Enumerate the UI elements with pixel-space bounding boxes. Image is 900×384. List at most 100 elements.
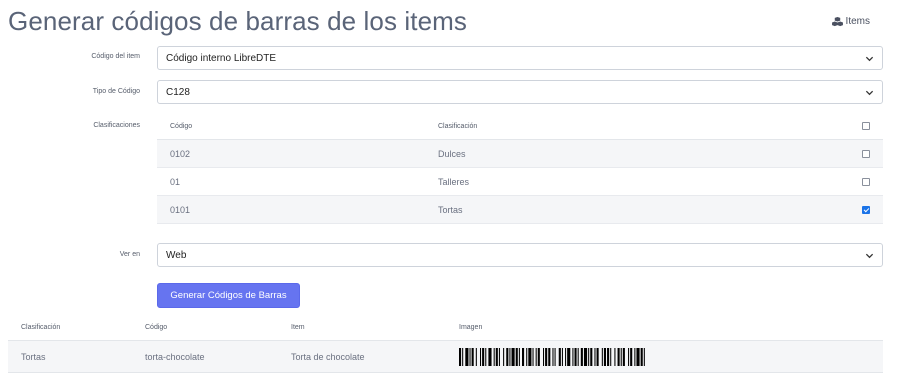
chevron-down-icon xyxy=(865,90,874,96)
barcode-bar xyxy=(610,347,612,366)
chevron-down-icon xyxy=(865,253,874,259)
barcode-bar xyxy=(567,347,571,366)
barcode-bar xyxy=(607,347,610,366)
header-codigo: Código xyxy=(170,122,193,130)
ver-en-label: Ver en xyxy=(119,251,140,258)
table-row: 01 Talleres xyxy=(157,168,883,196)
table-row: 0101 Tortas xyxy=(157,196,883,224)
barcode-bar xyxy=(545,347,548,366)
barcode-bar xyxy=(459,347,462,366)
barcode-image xyxy=(459,347,645,366)
clasificaciones-table: Código Clasificación 0102 Dulces 01 Tall… xyxy=(157,113,883,224)
row-checkbox[interactable] xyxy=(862,177,870,186)
barcode-bar xyxy=(485,347,487,366)
items-link-label: Items xyxy=(845,16,870,27)
barcode-bar xyxy=(580,347,583,366)
codigo-item-label: Código del item xyxy=(91,53,140,60)
header-clasificacion: Clasificación xyxy=(438,122,478,130)
barcode-bar xyxy=(535,347,537,366)
barcode-bar xyxy=(561,347,563,366)
barcode-bar xyxy=(630,347,633,366)
barcode-bar xyxy=(577,347,579,366)
row-codigo: 0102 xyxy=(170,148,191,159)
barcode-bar xyxy=(488,347,492,366)
header-item: Item xyxy=(291,324,305,331)
barcode-bar xyxy=(537,347,540,366)
barcode-bar xyxy=(503,347,505,366)
generar-codigos-button[interactable]: Generar Códigos de Barras xyxy=(157,283,300,308)
barcode-bar xyxy=(471,347,474,366)
codigo-item-select[interactable]: Código interno LibreDTE xyxy=(157,46,883,70)
barcode-bar xyxy=(594,347,596,366)
barcode-bar xyxy=(572,347,574,366)
barcode-bar xyxy=(493,347,495,366)
codigo-item-value: Código interno LibreDTE xyxy=(166,52,277,64)
barcode-bar xyxy=(558,347,561,366)
page-title: Generar códigos de barras de los items xyxy=(8,6,468,36)
barcode-bar xyxy=(614,347,616,366)
barcode-bar xyxy=(526,347,528,366)
barcode-bar xyxy=(643,347,645,366)
header-clasificacion: Clasificación xyxy=(21,324,61,331)
cubes-icon xyxy=(831,16,843,26)
tipo-codigo-value: C128 xyxy=(166,86,190,98)
ver-en-select[interactable]: Web xyxy=(157,243,883,267)
row-codigo: 0101 xyxy=(170,204,191,215)
barcode-bar xyxy=(552,347,554,366)
barcode-bar xyxy=(532,347,534,366)
clasificaciones-table-header: Código Clasificación xyxy=(157,113,883,140)
result-codigo: torta-chocolate xyxy=(145,351,205,362)
barcode-bar xyxy=(588,347,590,366)
barcode-bar xyxy=(509,347,511,366)
row-checkbox[interactable] xyxy=(862,149,870,158)
barcode-bar xyxy=(603,347,606,366)
barcode-bar xyxy=(462,347,464,366)
barcode-bar xyxy=(590,347,593,366)
barcode-bar xyxy=(495,347,498,366)
tipo-codigo-select[interactable]: C128 xyxy=(157,80,883,104)
barcode-bar xyxy=(480,347,482,366)
barcode-bar xyxy=(543,347,545,366)
barcode-bar xyxy=(469,347,471,366)
row-clasificacion: Dulces xyxy=(438,148,466,159)
select-all-checkbox[interactable] xyxy=(862,122,870,130)
items-link[interactable]: Items xyxy=(831,16,870,27)
barcode-bar xyxy=(622,347,625,366)
table-row: Tortas torta-chocolate Torta de chocolat… xyxy=(8,341,883,373)
result-clasificacion: Tortas xyxy=(21,351,46,362)
barcode-bar xyxy=(506,347,509,366)
barcode-bar xyxy=(528,347,532,366)
barcode-bar xyxy=(583,347,588,366)
barcode-bar xyxy=(554,347,556,366)
barcode-bar xyxy=(518,347,520,366)
barcode-bar xyxy=(636,347,640,366)
results-table-header: Clasificación Código Item Imagen xyxy=(8,315,883,341)
barcode-bar xyxy=(522,347,525,366)
row-checkbox[interactable] xyxy=(862,205,870,214)
barcode-bar xyxy=(620,347,622,366)
barcode-bar xyxy=(596,347,599,366)
tipo-codigo-label: Tipo de Código xyxy=(92,88,140,95)
row-clasificacion: Talleres xyxy=(438,176,470,187)
barcode-bar xyxy=(640,347,643,366)
barcode-bar xyxy=(617,347,620,366)
barcode-bar xyxy=(475,347,477,366)
header-imagen: Imagen xyxy=(459,324,483,331)
table-row: 0102 Dulces xyxy=(157,140,883,168)
barcode-bar xyxy=(498,347,500,366)
barcode-bar xyxy=(548,347,551,366)
barcode-bar xyxy=(574,347,577,366)
header-codigo: Código xyxy=(145,324,168,331)
result-item: Torta de chocolate xyxy=(291,351,365,362)
barcode-bar xyxy=(515,347,518,366)
row-codigo: 01 xyxy=(170,176,181,187)
barcode-bar xyxy=(565,347,567,366)
ver-en-value: Web xyxy=(166,249,187,261)
barcode-bar xyxy=(511,347,515,366)
barcode-bar xyxy=(634,347,636,366)
barcode-bar xyxy=(482,347,485,366)
row-clasificacion: Tortas xyxy=(438,204,463,215)
chevron-down-icon xyxy=(865,56,874,62)
barcode-bar xyxy=(465,347,469,366)
results-table: Clasificación Código Item Imagen Tortas … xyxy=(8,315,883,373)
